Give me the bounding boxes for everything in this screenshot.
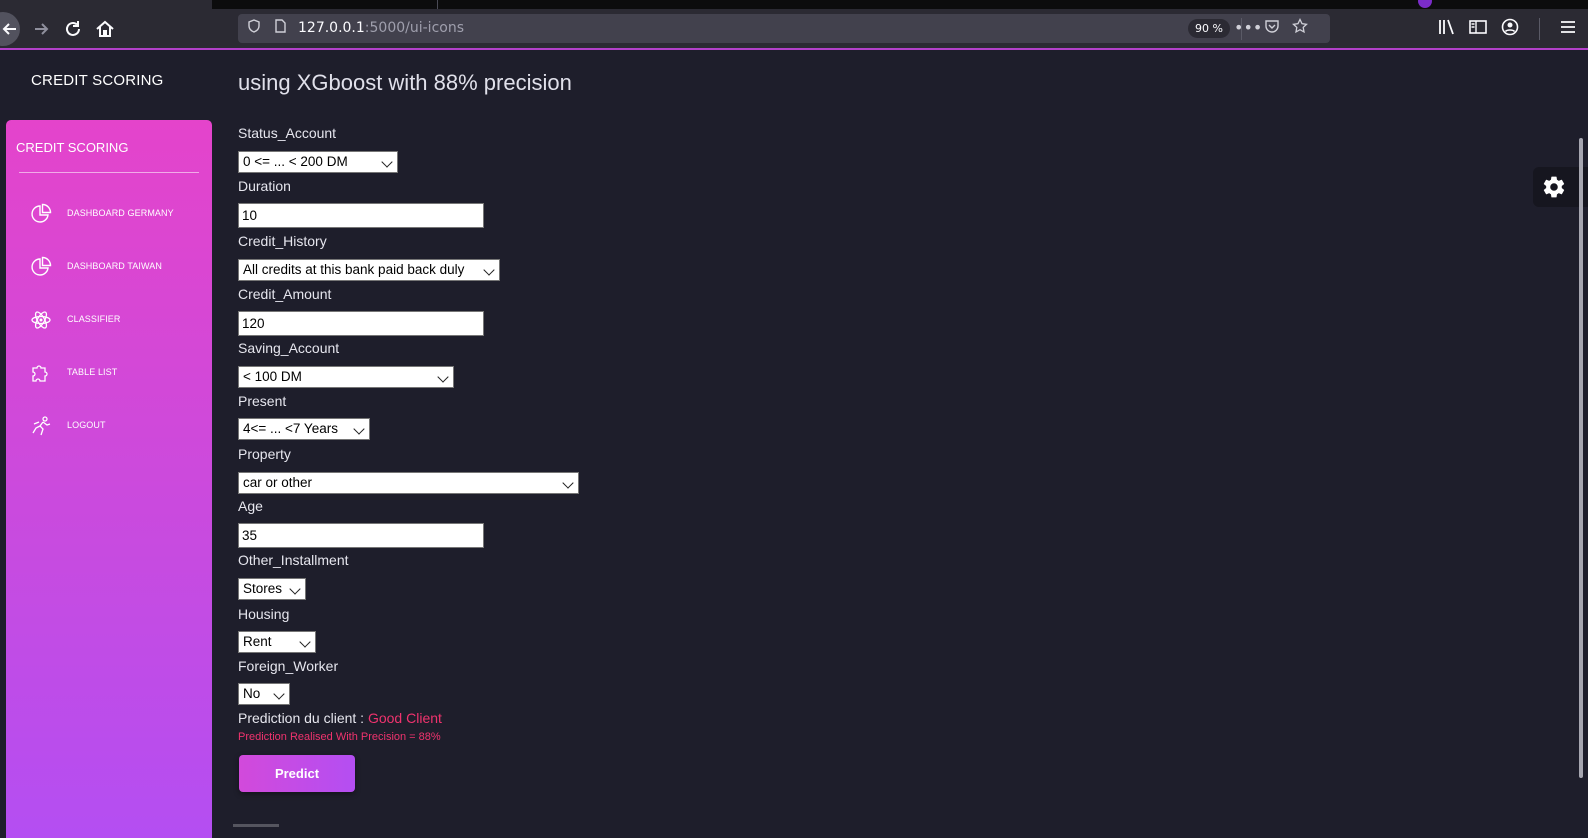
vertical-scrollbar[interactable] (1579, 138, 1583, 778)
tab-separator (437, 0, 438, 9)
url-host: 127.0.0.1 (298, 20, 365, 36)
url-bar[interactable]: 127.0.0.1:5000/ui-icons 90 % ••• (238, 14, 1330, 43)
gear-icon (1541, 174, 1567, 204)
age-input[interactable]: 35 (238, 523, 484, 548)
reload-icon[interactable] (61, 17, 85, 41)
sidebar-item-dashboard-germany[interactable]: DASHBOARD GERMANY (6, 193, 212, 233)
chevron-down-icon (437, 371, 449, 383)
page: CREDIT SCORING CREDIT SCORING DASHBOARD … (0, 50, 1588, 838)
prediction-result: Prediction du client : Good Client (238, 710, 442, 726)
atom-icon (30, 309, 52, 331)
property-select[interactable]: car or other (238, 472, 579, 494)
sidebar-icon[interactable] (1466, 17, 1490, 41)
top-brand[interactable]: CREDIT SCORING (31, 72, 164, 89)
tab-strip (0, 0, 1588, 9)
back-icon[interactable] (0, 17, 22, 41)
sidebar-item-label: TABLE LIST (67, 367, 118, 377)
chevron-down-icon (289, 583, 301, 595)
credit-history-label: Credit_History (238, 233, 327, 249)
zoom-level[interactable]: 90 % (1188, 19, 1230, 38)
sidebar-item-label: LOGOUT (67, 420, 106, 430)
more-icon[interactable]: ••• (1234, 18, 1262, 38)
saving-account-label: Saving_Account (238, 340, 340, 356)
property-label: Property (238, 446, 291, 462)
sidebar-item-label: CLASSIFIER (67, 314, 121, 324)
page-icon[interactable] (270, 18, 290, 38)
toolbar-separator (1241, 18, 1242, 40)
sidebar-item-dashboard-taiwan[interactable]: DASHBOARD TAIWAN (6, 246, 212, 286)
sidebar-item-classifier[interactable]: CLASSIFIER (6, 299, 212, 339)
star-icon[interactable] (1290, 17, 1310, 38)
duration-label: Duration (238, 178, 291, 194)
url-text[interactable]: 127.0.0.1:5000/ui-icons (298, 20, 464, 36)
status-account-select[interactable]: 0 <= ... < 200 DM (238, 151, 398, 173)
sidebar-item-label: DASHBOARD GERMANY (67, 208, 174, 218)
sidebar-item-logout[interactable]: LOGOUT (6, 405, 212, 445)
account-icon[interactable] (1498, 17, 1522, 41)
housing-label: Housing (238, 606, 290, 622)
browser-toolbar: 127.0.0.1:5000/ui-icons 90 % ••• (0, 9, 1588, 50)
saving-account-value: < 100 DM (243, 369, 302, 384)
sidebar-item-table-list[interactable]: TABLE LIST (6, 352, 212, 392)
other-installment-value: Stores (243, 581, 283, 596)
page-title: using XGboost with 88% precision (238, 70, 572, 95)
foreign-worker-value: No (243, 686, 261, 701)
shield-icon[interactable] (244, 18, 264, 38)
prediction-label: Prediction du client : (238, 710, 365, 726)
duration-input[interactable]: 10 (238, 203, 484, 228)
pie-chart-icon (30, 203, 52, 225)
foreign-worker-select[interactable]: No (238, 683, 290, 705)
chevron-down-icon (299, 636, 311, 648)
housing-select[interactable]: Rent (238, 631, 316, 653)
menu-icon[interactable] (1556, 17, 1580, 41)
chevron-down-icon (483, 264, 495, 276)
chevron-down-icon (381, 156, 393, 168)
credit-amount-input[interactable]: 120 (238, 311, 484, 336)
present-value: 4<= ... <7 Years (243, 421, 338, 436)
status-account-value: 0 <= ... < 200 DM (243, 154, 348, 169)
chevron-down-icon (273, 688, 285, 700)
sidebar-divider (19, 172, 199, 173)
prediction-note: Prediction Realised With Precision = 88% (238, 731, 441, 743)
sidebar-brand[interactable]: CREDIT SCORING (16, 140, 128, 155)
foreign-worker-label: Foreign_Worker (238, 658, 339, 674)
credit-history-select[interactable]: All credits at this bank paid back duly (238, 259, 500, 281)
puzzle-icon (30, 362, 52, 384)
chevron-down-icon (562, 477, 574, 489)
tab-indicator-dot (1418, 0, 1432, 8)
saving-account-select[interactable]: < 100 DM (238, 366, 454, 388)
sidebar: CREDIT SCORING DASHBOARD GERMANY DASHBOA… (6, 120, 212, 838)
property-value: car or other (243, 475, 313, 490)
housing-value: Rent (243, 634, 272, 649)
credit-history-value: All credits at this bank paid back duly (243, 262, 465, 277)
credit-amount-label: Credit_Amount (238, 286, 332, 302)
other-installment-select[interactable]: Stores (238, 578, 306, 600)
horizontal-scrollbar[interactable] (233, 824, 279, 827)
home-icon[interactable] (93, 17, 117, 41)
pocket-icon[interactable] (1262, 18, 1282, 38)
library-icon[interactable] (1435, 17, 1459, 41)
prediction-value: Good Client (367, 710, 442, 726)
present-select[interactable]: 4<= ... <7 Years (238, 418, 370, 440)
url-path: :5000/ui-icons (364, 20, 464, 36)
age-label: Age (238, 498, 263, 514)
chevron-down-icon (353, 423, 365, 435)
predict-button[interactable]: Predict (239, 755, 355, 792)
running-person-icon (30, 415, 52, 437)
toolbar-separator-2 (1539, 18, 1540, 40)
active-tab[interactable] (0, 0, 212, 9)
sidebar-item-label: DASHBOARD TAIWAN (67, 261, 162, 271)
pie-chart-icon (30, 256, 52, 278)
status-account-label: Status_Account (238, 125, 337, 141)
other-installment-label: Other_Installment (238, 552, 349, 568)
forward-icon[interactable] (29, 17, 53, 41)
present-label: Present (238, 393, 287, 409)
